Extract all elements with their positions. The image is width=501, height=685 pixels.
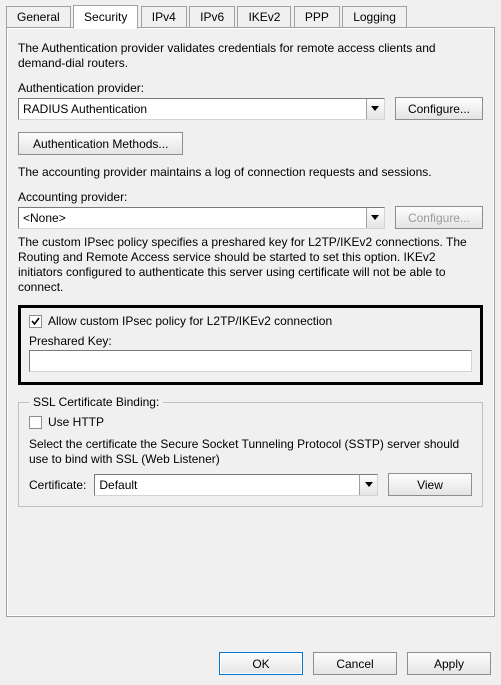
ipsec-description: The custom IPsec policy specifies a pres… — [18, 235, 483, 295]
auth-description: The Authentication provider validates cr… — [18, 41, 483, 71]
preshared-key-label: Preshared Key: — [29, 334, 472, 348]
chevron-down-icon — [366, 208, 384, 228]
ipsec-highlight-box: Allow custom IPsec policy for L2TP/IKEv2… — [18, 305, 483, 385]
auth-configure-button[interactable]: Configure... — [395, 97, 483, 120]
tab-panel: The Authentication provider validates cr… — [6, 27, 495, 617]
allow-custom-ipsec-checkbox[interactable]: Allow custom IPsec policy for L2TP/IKEv2… — [29, 314, 332, 328]
properties-dialog: General Security IPv4 IPv6 IKEv2 PPP Log… — [0, 4, 501, 685]
use-http-label: Use HTTP — [48, 415, 104, 429]
tab-ikev2[interactable]: IKEv2 — [237, 6, 291, 28]
certificate-dropdown[interactable]: Default — [94, 474, 378, 496]
use-http-checkbox[interactable]: Use HTTP — [29, 415, 104, 429]
security-panel: The Authentication provider validates cr… — [8, 29, 493, 615]
chevron-down-icon — [359, 475, 377, 495]
ok-button[interactable]: OK — [219, 652, 303, 675]
checkbox-icon — [29, 416, 42, 429]
tab-general[interactable]: General — [6, 6, 71, 28]
tab-ipv4[interactable]: IPv4 — [141, 6, 187, 28]
ssl-description: Select the certificate the Secure Socket… — [29, 437, 472, 467]
tab-strip: General Security IPv4 IPv6 IKEv2 PPP Log… — [0, 4, 501, 28]
view-certificate-button[interactable]: View — [388, 473, 472, 496]
auth-methods-button[interactable]: Authentication Methods... — [18, 132, 183, 155]
ssl-group-legend: SSL Certificate Binding: — [29, 395, 163, 409]
certificate-label: Certificate: — [29, 478, 86, 492]
auth-provider-label: Authentication provider: — [18, 81, 483, 95]
apply-button[interactable]: Apply — [407, 652, 491, 675]
acct-provider-dropdown[interactable]: <None> — [18, 207, 385, 229]
chevron-down-icon — [366, 99, 384, 119]
tab-ppp[interactable]: PPP — [294, 6, 340, 28]
acct-configure-button: Configure... — [395, 206, 483, 229]
preshared-key-input[interactable] — [29, 350, 472, 372]
checkbox-icon — [29, 315, 42, 328]
dialog-button-row: OK Cancel Apply — [209, 652, 491, 675]
auth-provider-value: RADIUS Authentication — [23, 102, 147, 116]
cancel-button[interactable]: Cancel — [313, 652, 397, 675]
acct-description: The accounting provider maintains a log … — [18, 165, 483, 180]
tab-logging[interactable]: Logging — [342, 6, 407, 28]
auth-provider-dropdown[interactable]: RADIUS Authentication — [18, 98, 385, 120]
allow-custom-ipsec-label: Allow custom IPsec policy for L2TP/IKEv2… — [48, 314, 332, 328]
acct-provider-value: <None> — [23, 211, 66, 225]
certificate-value: Default — [99, 478, 137, 492]
acct-provider-label: Accounting provider: — [18, 190, 483, 204]
ssl-binding-group: SSL Certificate Binding: Use HTTP Select… — [18, 395, 483, 507]
tab-ipv6[interactable]: IPv6 — [189, 6, 235, 28]
tab-security[interactable]: Security — [73, 5, 138, 29]
